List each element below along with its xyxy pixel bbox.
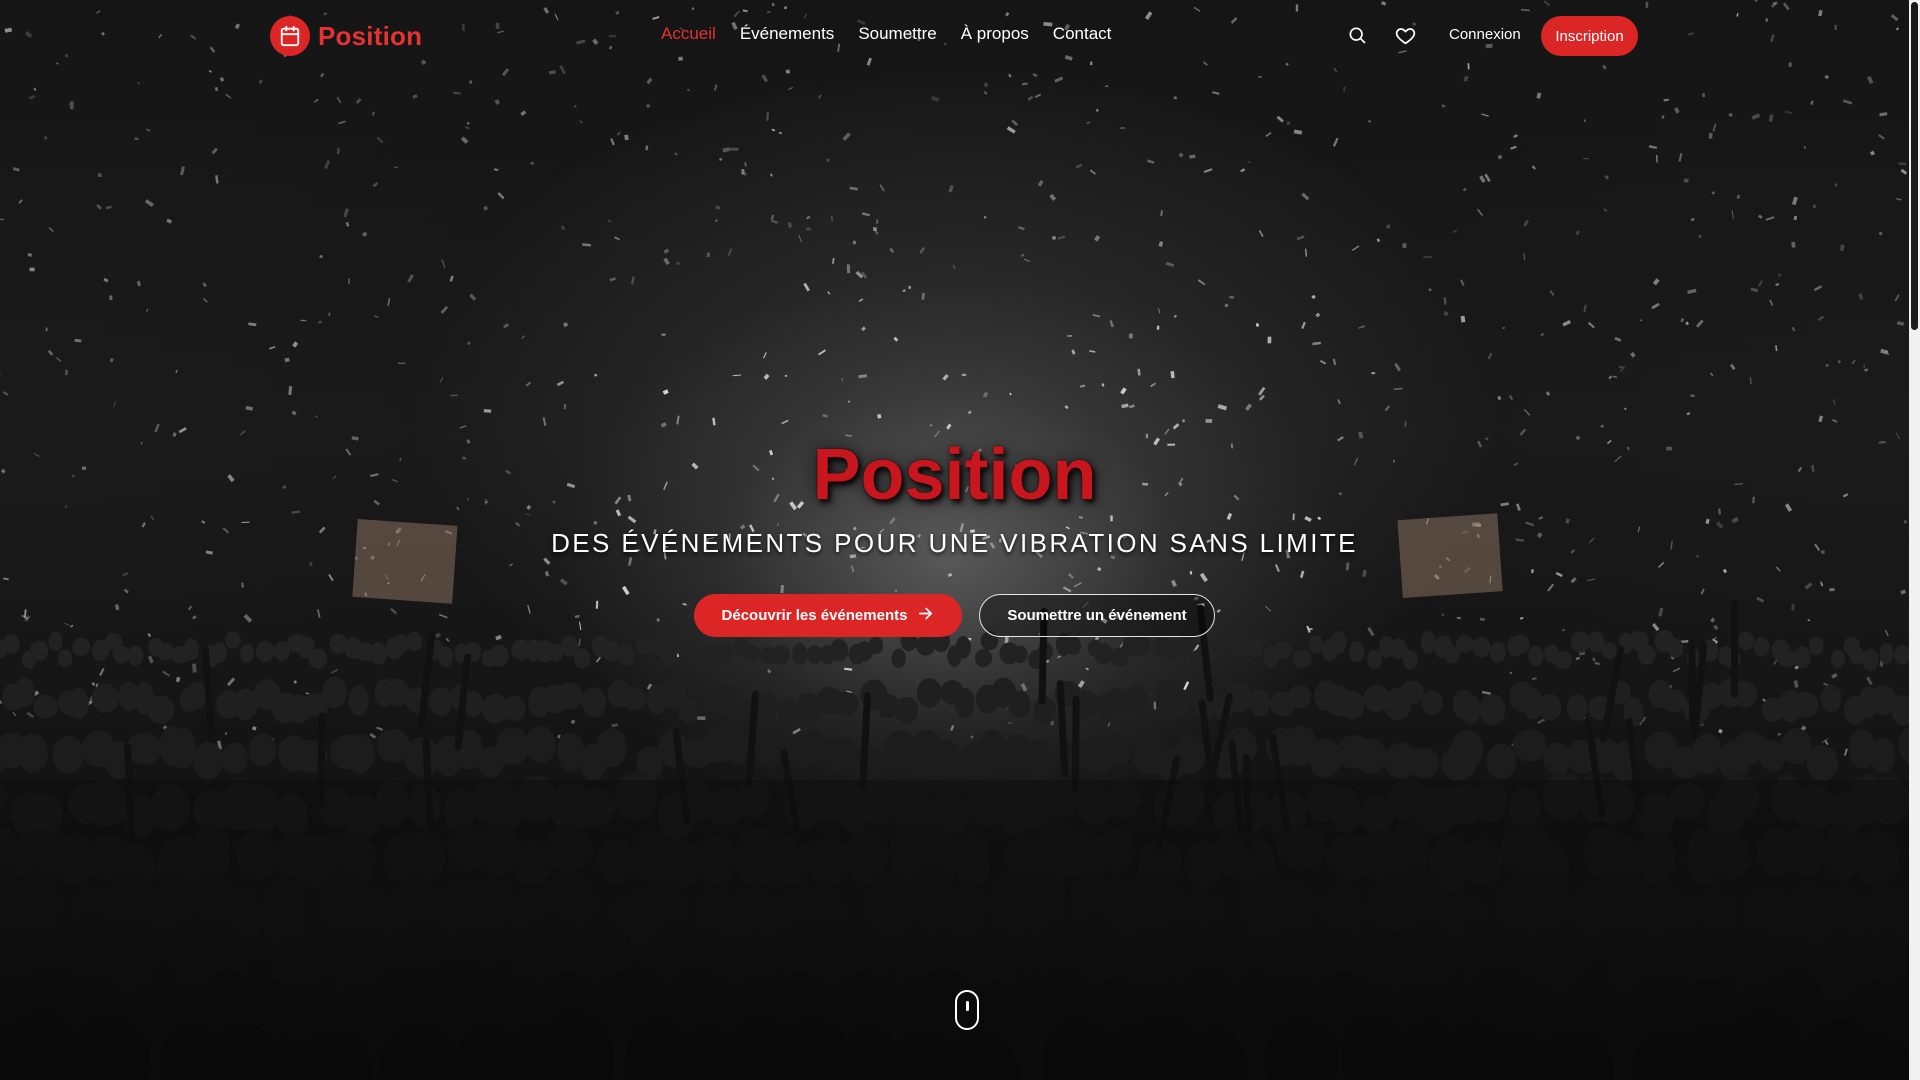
calendar-icon (270, 16, 310, 56)
search-icon[interactable] (1344, 22, 1370, 48)
brand-name: Position (318, 20, 423, 51)
navbar: Position Accueil Événements Soumettre À … (0, 0, 1909, 72)
main-nav: Accueil Événements Soumettre À propos Co… (661, 24, 1111, 44)
nav-item-contact[interactable]: Contact (1053, 24, 1112, 44)
brand-logo[interactable]: Position (270, 15, 422, 57)
arrow-right-icon (917, 605, 934, 626)
scroll-wheel (966, 1001, 969, 1011)
nav-item-accueil[interactable]: Accueil (661, 24, 716, 44)
login-link[interactable]: Connexion (1449, 26, 1521, 43)
hero-title: Position (812, 435, 1097, 515)
scrollbar-thumb[interactable] (1911, 2, 1918, 330)
submit-event-button[interactable]: Soumettre un événement (979, 594, 1215, 637)
page: Position Accueil Événements Soumettre À … (0, 0, 1920, 1080)
mouse-scroll-icon[interactable] (955, 990, 979, 1030)
hero-subtitle: DES ÉVÉNEMENTS POUR UNE VIBRATION SANS L… (551, 528, 1358, 558)
heart-icon[interactable] (1392, 22, 1418, 48)
nav-item-soumettre[interactable]: Soumettre (858, 24, 936, 44)
signup-button[interactable]: Inscription (1541, 16, 1638, 56)
nav-item-evenements[interactable]: Événements (740, 24, 835, 44)
discover-events-label: Découvrir les événements (721, 607, 908, 624)
discover-events-button[interactable]: Découvrir les événements (694, 594, 962, 637)
nav-item-a-propos[interactable]: À propos (961, 24, 1029, 44)
